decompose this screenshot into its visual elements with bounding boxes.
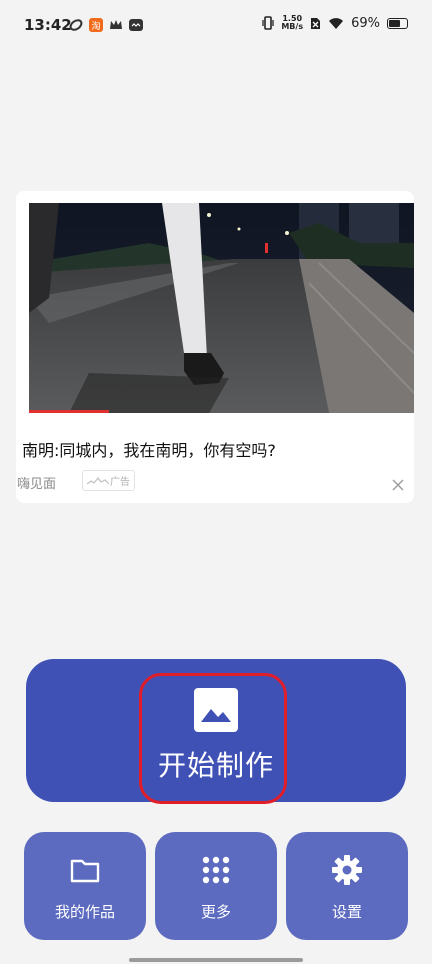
settings-button[interactable]: 设置 <box>286 832 408 940</box>
no-sim-icon <box>311 17 321 29</box>
battery-percent: 69% <box>351 15 380 31</box>
ad-badge-label: 广告 <box>110 477 130 488</box>
settings-label: 设置 <box>331 903 362 921</box>
battery-icon <box>387 17 408 29</box>
status-time: 13:42 <box>24 16 72 34</box>
gear-icon <box>332 855 362 885</box>
close-icon[interactable] <box>391 478 405 492</box>
crown-icon <box>110 20 122 29</box>
ad-logo-icon <box>87 477 109 485</box>
highlight-box <box>139 673 287 804</box>
status-bar: 13:42 淘 1.50 MB/s 69% <box>0 0 432 52</box>
ad-title[interactable]: 南明:同城内，我在南明，你有空吗? <box>22 437 276 461</box>
app-swirl-icon <box>69 19 83 31</box>
my-works-label: 我的作品 <box>54 903 115 921</box>
notification-icons: 淘 <box>69 18 143 32</box>
ad-source: 嗨见面 <box>17 477 57 492</box>
my-works-button[interactable]: 我的作品 <box>24 832 146 940</box>
gesture-nav-bar[interactable] <box>129 958 303 962</box>
wifi-icon <box>329 17 344 29</box>
grid-dots-icon <box>202 856 230 884</box>
svg-text:淘: 淘 <box>91 20 100 32</box>
more-label: 更多 <box>200 903 231 921</box>
night-street-photo <box>29 203 414 413</box>
folder-icon <box>70 859 100 883</box>
ad-badge: 广告 <box>82 470 135 491</box>
ad-card[interactable]: 南明:同城内，我在南明，你有空吗? 嗨见面 广告 <box>16 191 414 503</box>
vibrate-icon <box>262 16 274 30</box>
app-badge-icon <box>129 19 143 31</box>
more-button[interactable]: 更多 <box>155 832 277 940</box>
ad-image[interactable] <box>29 203 414 413</box>
network-speed: 1.50 MB/s <box>281 14 304 31</box>
taobao-app-icon: 淘 <box>89 18 103 32</box>
status-right: 1.50 MB/s 69% <box>262 15 408 31</box>
